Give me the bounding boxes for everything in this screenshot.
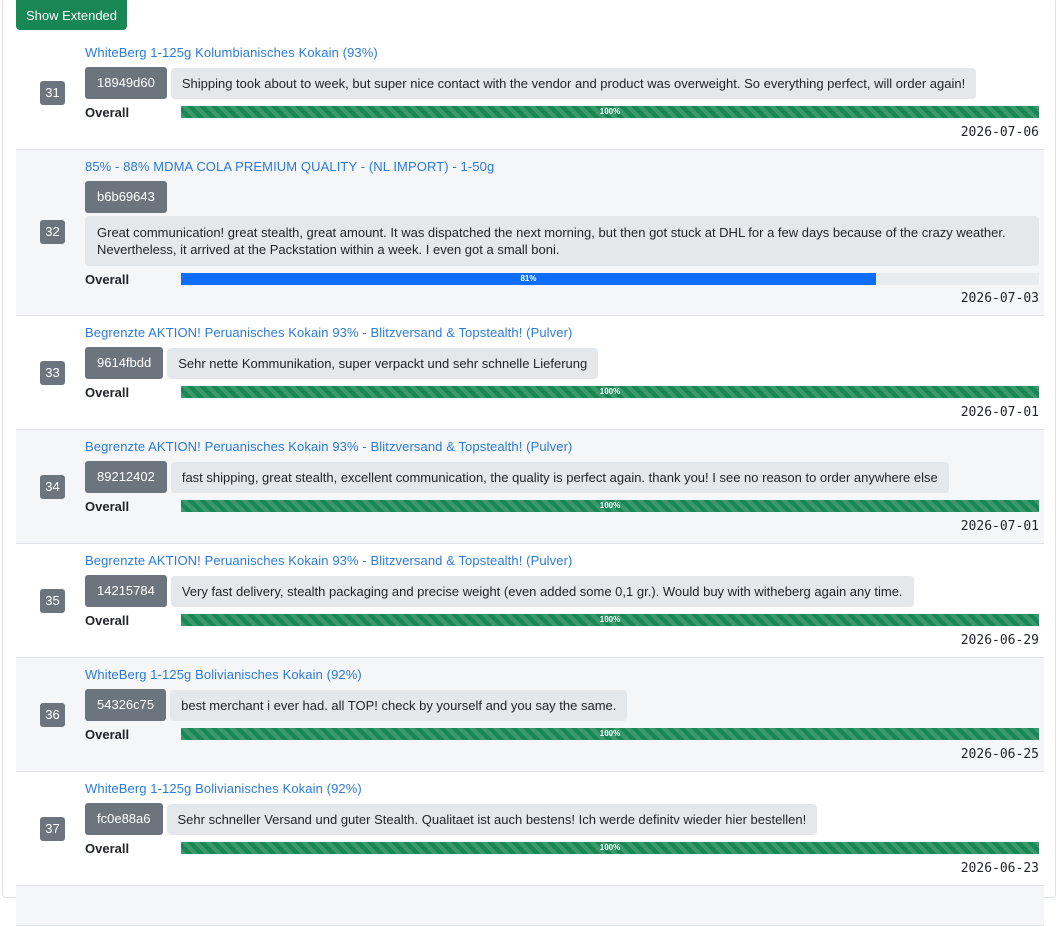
rating-progress-fill: 100% bbox=[181, 106, 1039, 118]
overall-label: Overall bbox=[85, 498, 130, 514]
rating-progress-bar: 100% bbox=[181, 386, 1039, 398]
review-row: 36 WhiteBerg 1-125g Bolivianisches Kokai… bbox=[16, 658, 1044, 772]
review-date: 2026-06-25 bbox=[960, 747, 1039, 762]
review-date: 2026-06-29 bbox=[960, 633, 1039, 648]
reviewer-hash-badge: 14215784 bbox=[85, 575, 167, 607]
product-link[interactable]: Begrenzte AKTION! Peruanisches Kokain 93… bbox=[85, 552, 1039, 569]
reviewer-hash-badge: b6b69643 bbox=[85, 181, 167, 213]
review-comment: fast shipping, great stealth, excellent … bbox=[170, 461, 949, 493]
product-link[interactable]: Begrenzte AKTION! Peruanisches Kokain 93… bbox=[85, 324, 1039, 341]
rating-progress-fill: 100% bbox=[181, 386, 1039, 398]
product-link[interactable]: WhiteBerg 1-125g Bolivianisches Kokain (… bbox=[85, 780, 1039, 797]
review-row bbox=[16, 886, 1044, 926]
rating-progress-fill: 81% bbox=[181, 273, 876, 285]
review-comment: Sehr nette Kommunikation, super verpackt… bbox=[167, 347, 599, 379]
reviewer-hash-badge: 9614fbdd bbox=[85, 347, 164, 379]
review-comment: Shipping took about to week, but super n… bbox=[170, 67, 977, 99]
review-number-badge: 32 bbox=[40, 220, 65, 244]
rating-progress-bar: 100% bbox=[181, 842, 1039, 854]
show-extended-button[interactable]: Show Extended bbox=[16, 0, 127, 30]
reviewer-hash-badge: 54326c75 bbox=[85, 689, 167, 721]
review-comment: Great communication! great stealth, grea… bbox=[85, 216, 1039, 266]
review-row: 33 Begrenzte AKTION! Peruanisches Kokain… bbox=[16, 316, 1044, 430]
product-link[interactable]: WhiteBerg 1-125g Kolumbianisches Kokain … bbox=[85, 44, 1039, 61]
rating-progress-bar: 100% bbox=[181, 500, 1039, 512]
review-date: 2026-06-23 bbox=[960, 861, 1039, 876]
review-date: 2026-07-01 bbox=[960, 519, 1039, 534]
review-date: 2026-07-06 bbox=[960, 125, 1039, 140]
rating-progress-fill: 100% bbox=[181, 614, 1039, 626]
review-date: 2026-07-03 bbox=[960, 291, 1039, 306]
review-number-badge: 31 bbox=[40, 81, 65, 105]
overall-label: Overall bbox=[85, 384, 130, 400]
overall-label: Overall bbox=[85, 104, 130, 120]
rating-progress-bar: 81% bbox=[181, 273, 1039, 285]
review-number-badge: 34 bbox=[40, 475, 65, 499]
review-comment: Sehr schneller Versand und guter Stealth… bbox=[166, 803, 818, 835]
overall-label: Overall bbox=[85, 271, 130, 287]
rating-progress-fill: 100% bbox=[181, 500, 1039, 512]
rating-progress-bar: 100% bbox=[181, 106, 1039, 118]
rating-progress-bar: 100% bbox=[181, 728, 1039, 740]
review-row: 37 WhiteBerg 1-125g Bolivianisches Kokai… bbox=[16, 772, 1044, 886]
reviewer-hash-badge: fc0e88a6 bbox=[85, 803, 163, 835]
review-list: 31 WhiteBerg 1-125g Kolumbianisches Koka… bbox=[16, 36, 1044, 926]
product-link[interactable]: Begrenzte AKTION! Peruanisches Kokain 93… bbox=[85, 438, 1039, 455]
rating-progress-bar: 100% bbox=[181, 614, 1039, 626]
review-number-badge: 37 bbox=[40, 817, 65, 841]
review-comment: Very fast delivery, stealth packaging an… bbox=[170, 575, 914, 607]
overall-label: Overall bbox=[85, 726, 130, 742]
review-row: 35 Begrenzte AKTION! Peruanisches Kokain… bbox=[16, 544, 1044, 658]
review-row: 31 WhiteBerg 1-125g Kolumbianisches Koka… bbox=[16, 36, 1044, 150]
review-number-badge: 35 bbox=[40, 589, 65, 613]
overall-label: Overall bbox=[85, 612, 130, 628]
review-row: 34 Begrenzte AKTION! Peruanisches Kokain… bbox=[16, 430, 1044, 544]
rating-progress-fill: 100% bbox=[181, 728, 1039, 740]
product-link[interactable]: WhiteBerg 1-125g Bolivianisches Kokain (… bbox=[85, 666, 1039, 683]
reviewer-hash-badge: 18949d60 bbox=[85, 67, 167, 99]
rating-progress-fill: 100% bbox=[181, 842, 1039, 854]
review-row: 32 85% - 88% MDMA COLA PREMIUM QUALITY -… bbox=[16, 150, 1044, 316]
product-link[interactable]: 85% - 88% MDMA COLA PREMIUM QUALITY - (N… bbox=[85, 158, 1039, 175]
review-date: 2026-07-01 bbox=[960, 405, 1039, 420]
review-number-badge: 33 bbox=[40, 361, 65, 385]
overall-label: Overall bbox=[85, 840, 130, 856]
review-number-badge: 36 bbox=[40, 703, 65, 727]
reviewer-hash-badge: 89212402 bbox=[85, 461, 167, 493]
review-comment: best merchant i ever had. all TOP! check… bbox=[170, 689, 628, 721]
